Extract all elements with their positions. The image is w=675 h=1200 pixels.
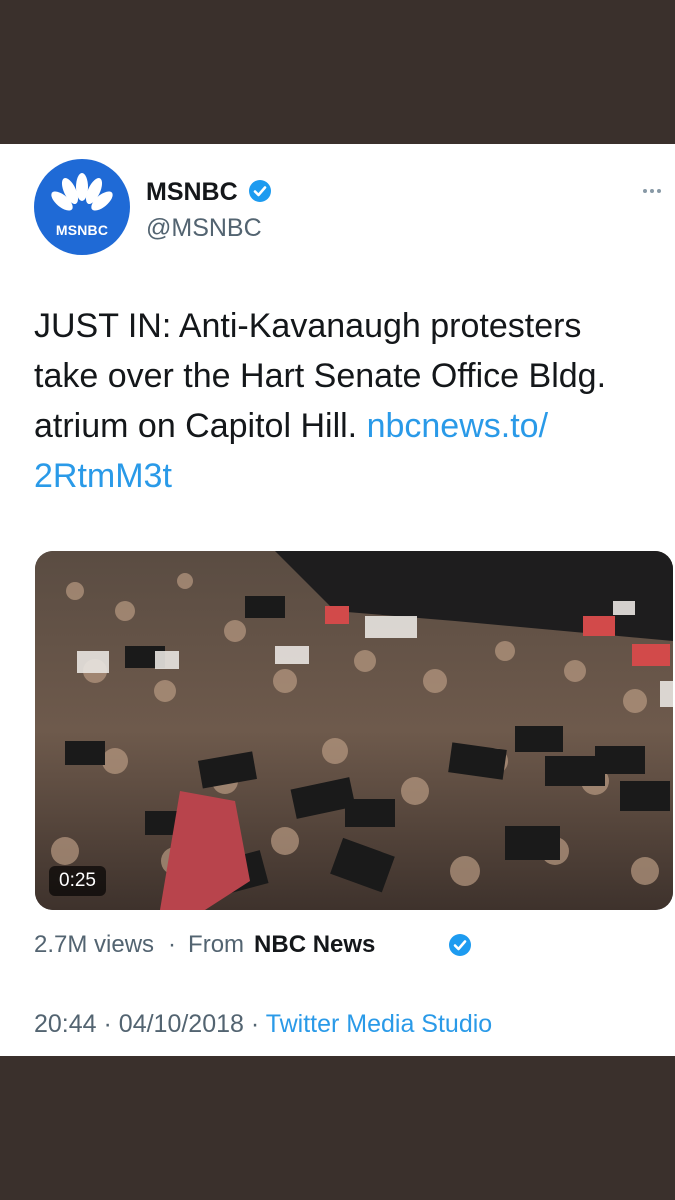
source-link[interactable]: NBC News bbox=[254, 931, 375, 958]
more-options-icon[interactable] bbox=[643, 180, 669, 193]
from-label: From bbox=[188, 931, 245, 958]
tweet-time[interactable]: 20:44 bbox=[34, 1010, 97, 1038]
view-stats: 2.7M views · From NBC News bbox=[34, 931, 375, 959]
video-duration: 0:25 bbox=[49, 866, 106, 896]
separator-dot: · bbox=[168, 931, 177, 958]
verified-badge-icon bbox=[249, 180, 271, 202]
video-thumbnail bbox=[35, 551, 673, 910]
tweet-text: JUST IN: Anti-Kavanaugh protesters take … bbox=[34, 301, 644, 501]
tweet-link-part1[interactable]: nbcnews.to/ bbox=[367, 407, 548, 445]
user-handle[interactable]: @MSNBC bbox=[146, 214, 262, 243]
source-verified-badge-icon bbox=[449, 934, 471, 956]
footer-separator-2: · bbox=[250, 1010, 260, 1038]
display-name[interactable]: MSNBC bbox=[146, 178, 238, 207]
client-link[interactable]: Twitter Media Studio bbox=[266, 1010, 493, 1038]
footer-separator: · bbox=[103, 1010, 112, 1038]
video-player[interactable]: 0:25 bbox=[35, 551, 673, 910]
avatar[interactable]: MSNBC bbox=[34, 159, 130, 255]
avatar-label: MSNBC bbox=[55, 222, 109, 238]
tweet-date[interactable]: 04/10/2018 bbox=[119, 1010, 244, 1038]
view-count: 2.7M views bbox=[34, 931, 155, 958]
tweet-card: MSNBC MSNBC @MSNBC JUST IN: Anti-Kavanau… bbox=[0, 144, 675, 1056]
peacock-logo-icon bbox=[51, 173, 113, 217]
tweet-link-part2[interactable]: 2RtmM3t bbox=[34, 457, 172, 495]
tweet-footer: 20:44 · 04/10/2018 · Twitter Media Studi… bbox=[34, 1010, 492, 1039]
